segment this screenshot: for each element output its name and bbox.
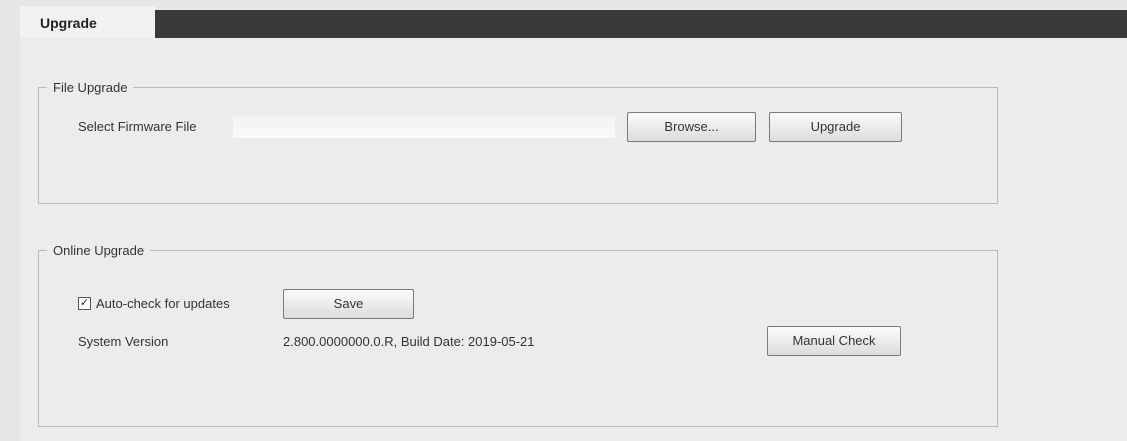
upgrade-button[interactable]: Upgrade	[769, 112, 902, 142]
tab-upgrade[interactable]: Upgrade	[20, 6, 155, 40]
tab-upgrade-label: Upgrade	[40, 15, 97, 31]
file-upgrade-group: File Upgrade	[38, 80, 998, 204]
system-version-value: 2.800.0000000.0.R, Build Date: 2019-05-2…	[283, 334, 535, 349]
online-upgrade-title: Online Upgrade	[53, 243, 145, 258]
system-version-label: System Version	[78, 334, 169, 349]
auto-check-checkbox[interactable]: ✓	[78, 297, 91, 310]
auto-check-label: Auto-check for updates	[96, 296, 230, 311]
file-upgrade-title: File Upgrade	[53, 80, 128, 95]
save-button[interactable]: Save	[283, 289, 414, 319]
select-firmware-label: Select Firmware File	[78, 119, 197, 134]
top-nav-bar	[155, 10, 1127, 38]
firmware-file-field[interactable]	[232, 115, 616, 139]
manual-check-button[interactable]: Manual Check	[767, 326, 901, 356]
browse-button[interactable]: Browse...	[627, 112, 756, 142]
